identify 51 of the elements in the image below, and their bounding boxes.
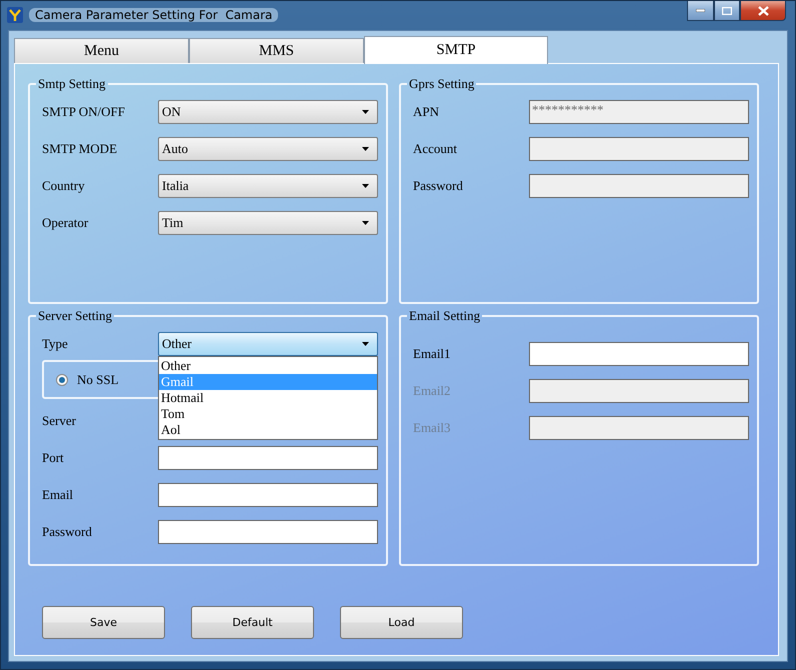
field-label: Email3: [412, 420, 452, 436]
field-label: SMTP ON/OFF: [41, 104, 126, 120]
field-label: Email2: [412, 383, 452, 399]
close-icon: [758, 6, 768, 16]
maximize-icon: [722, 6, 732, 14]
caret-icon: [362, 342, 369, 346]
group-title: Server Setting: [37, 308, 114, 324]
field-label: Port: [41, 450, 65, 466]
group-title: Gprs Setting: [408, 76, 476, 92]
radio-button[interactable]: [56, 374, 68, 386]
minimize-button[interactable]: [687, 1, 714, 21]
field-label: Password: [41, 524, 93, 540]
dropdown[interactable]: Italia: [158, 174, 378, 198]
action-button[interactable]: Load: [340, 606, 463, 639]
action-button[interactable]: Default: [191, 606, 314, 639]
tab[interactable]: Menu: [14, 38, 189, 63]
input-field[interactable]: ***********: [529, 100, 749, 124]
input-field[interactable]: [158, 446, 378, 470]
radio-label: No SSL: [76, 372, 119, 388]
input-field[interactable]: [529, 342, 749, 366]
field-label: Email: [41, 487, 74, 503]
tab[interactable]: SMTP: [364, 36, 548, 64]
action-button[interactable]: Save: [42, 606, 165, 639]
caret-icon: [362, 110, 369, 114]
group-title: Smtp Setting: [37, 76, 107, 92]
window-title: Camera Parameter Setting For Camara: [29, 8, 278, 22]
field-label: Account: [412, 141, 458, 157]
minimize-icon: [696, 9, 705, 12]
input-field[interactable]: [529, 137, 749, 161]
caret-icon: [362, 147, 369, 151]
field-label: Type: [41, 336, 69, 352]
field-label: Email1: [412, 346, 452, 362]
dropdown[interactable]: ON: [158, 100, 378, 124]
field-label: Operator: [41, 215, 90, 231]
caret-icon: [362, 184, 369, 188]
input-field[interactable]: [529, 174, 749, 198]
app-icon: [7, 7, 23, 23]
input-field[interactable]: [158, 520, 378, 544]
input-field[interactable]: [158, 483, 378, 507]
field-label: SMTP MODE: [41, 141, 118, 157]
group-title: Email Setting: [408, 308, 482, 324]
field-label: Server: [41, 413, 77, 429]
field-label: Country: [41, 178, 86, 194]
close-button[interactable]: [740, 1, 786, 21]
maximize-button[interactable]: [714, 1, 740, 21]
caret-icon: [362, 221, 369, 225]
tab[interactable]: MMS: [189, 38, 364, 63]
field-label: APN: [412, 104, 440, 120]
dropdown[interactable]: Auto: [158, 137, 378, 161]
field-label: Password: [412, 178, 464, 194]
dropdown[interactable]: Tim: [158, 211, 378, 235]
